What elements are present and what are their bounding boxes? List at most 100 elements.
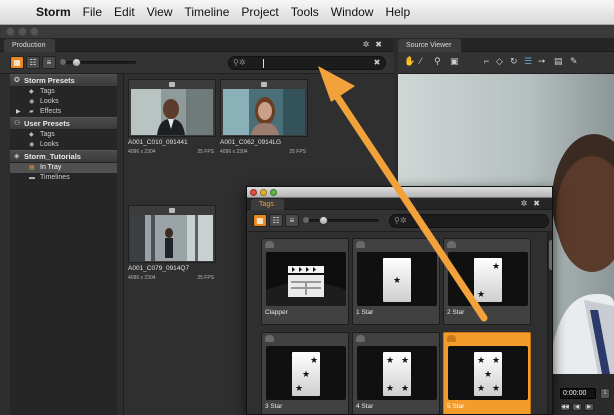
- tag-search-input[interactable]: ⚲✲: [389, 214, 549, 228]
- section-user-presets[interactable]: ⚇ User Presets: [10, 117, 117, 130]
- menu-edit[interactable]: Edit: [114, 5, 135, 19]
- tags-scrollbar[interactable]: [547, 232, 552, 414]
- hand-icon[interactable]: ✋: [404, 56, 415, 67]
- drag-handle-icon[interactable]: [169, 82, 175, 87]
- drag-handle-icon[interactable]: [261, 82, 267, 87]
- play-reverse-button[interactable]: ◀◀: [560, 403, 570, 411]
- timecode-display[interactable]: 0:00:00: [560, 388, 596, 399]
- clip-resolution: 4096 x 2304: [128, 275, 156, 281]
- tab-production[interactable]: Production: [4, 39, 56, 52]
- overlay-icon[interactable]: ▤: [554, 56, 563, 67]
- close-window-button[interactable]: [250, 189, 257, 196]
- sidebar-item-user-looks[interactable]: ◉ Looks: [10, 140, 117, 150]
- card: ★ ★ ★: [292, 352, 320, 396]
- grid-view-button[interactable]: ▦: [253, 214, 267, 227]
- menu-file[interactable]: File: [83, 5, 102, 19]
- detail-view-button[interactable]: ≡: [42, 56, 56, 69]
- drag-handle-icon[interactable]: [169, 208, 175, 213]
- pen-icon[interactable]: ⁄: [420, 56, 422, 66]
- tag-label: 1 Star: [356, 309, 374, 316]
- menu-help[interactable]: Help: [385, 5, 410, 19]
- star-card-icon: ★: [357, 252, 437, 306]
- clip-item[interactable]: A001_C079_0914Q7 4096 x 2304 25 FPS: [128, 205, 216, 287]
- looks-icon: ◉: [29, 142, 35, 148]
- shape-icon[interactable]: ◇: [496, 56, 503, 67]
- tag-5-star[interactable]: ★ ★ ★ ★ ★ 5 Star: [443, 332, 531, 414]
- tag-1-star[interactable]: ★ 1 Star: [352, 238, 440, 325]
- sidebar-item-looks[interactable]: ◉ Looks: [10, 97, 117, 107]
- rotate-icon[interactable]: ↻: [510, 56, 518, 67]
- brush-icon[interactable]: ✎: [570, 56, 578, 67]
- grid-view-button[interactable]: ▦: [10, 56, 24, 69]
- sidebar-item-effects[interactable]: ▶ ▰ Effects: [10, 107, 117, 117]
- drag-handle-icon[interactable]: [265, 335, 274, 342]
- close-icon[interactable]: ✖: [533, 199, 546, 208]
- star-card-icon: ★ ★ ★ ★: [357, 346, 437, 400]
- card: ★ ★ ★ ★ ★: [474, 352, 502, 396]
- tags-window-titlebar[interactable]: [247, 187, 552, 198]
- gear-icon[interactable]: ✲: [363, 40, 376, 49]
- tag-4-star[interactable]: ★ ★ ★ ★ 4 Star: [352, 332, 440, 414]
- drag-handle-icon[interactable]: [265, 241, 274, 248]
- slider-knob[interactable]: [319, 216, 328, 225]
- frame-step-button[interactable]: 1: [600, 388, 610, 399]
- disclosure-triangle-icon[interactable]: ▶: [16, 107, 21, 117]
- menu-view[interactable]: View: [147, 5, 173, 19]
- crop-icon[interactable]: ⌐: [484, 56, 489, 66]
- clip-item[interactable]: A001_C010_091441 4096 x 2304 25 FPS: [128, 79, 216, 161]
- section-storm-tutorials[interactable]: ◈ Storm_Tutorials: [10, 150, 117, 163]
- clip-fps: 25 FPS: [197, 275, 214, 281]
- clip-item[interactable]: A001_C062_0914LG 4096 x 2304 25 FPS: [220, 79, 308, 161]
- zoom-icon[interactable]: ⚲: [434, 56, 441, 67]
- thumbnail-size-slider[interactable]: [60, 58, 136, 67]
- minimize-window-button[interactable]: [18, 27, 27, 36]
- star-icon: ★: [477, 383, 486, 393]
- list-view-button[interactable]: ☷: [269, 214, 283, 227]
- tag-2-star[interactable]: ★ ★ 2 Star: [443, 238, 531, 325]
- clip-thumbnail-frame: [220, 79, 308, 137]
- search-input[interactable]: ⚲✲ ✖: [228, 56, 386, 70]
- play-button[interactable]: ▶: [584, 403, 594, 411]
- production-tab-bar: Production ✲✖: [0, 38, 394, 52]
- step-back-button[interactable]: ◀: [572, 403, 582, 411]
- section-storm-presets[interactable]: ✪ Storm Presets: [10, 74, 117, 87]
- clip-thumbnail: [131, 215, 213, 261]
- tag-size-slider[interactable]: [303, 216, 379, 225]
- close-icon[interactable]: ✖: [375, 40, 388, 49]
- slider-knob[interactable]: [72, 58, 81, 67]
- save-icon[interactable]: ▣: [450, 56, 459, 67]
- list-view-button[interactable]: ☷: [26, 56, 40, 69]
- menu-project[interactable]: Project: [241, 5, 278, 19]
- gear-icon[interactable]: ✲: [521, 199, 534, 208]
- clear-search-icon[interactable]: ✖: [372, 58, 382, 68]
- drag-handle-icon[interactable]: [447, 241, 456, 248]
- sidebar-item-timelines[interactable]: ▬ Timelines: [10, 173, 117, 183]
- scroll-thumb[interactable]: [549, 240, 552, 270]
- close-window-button[interactable]: [6, 27, 15, 36]
- sidebar-item-label: In Tray: [40, 164, 62, 171]
- sidebar-item-tags[interactable]: ◆ Tags: [10, 87, 117, 97]
- transport-controls: 0:00:00 1 ◀◀ ◀ ▶: [556, 384, 614, 415]
- drag-handle-icon[interactable]: [356, 241, 365, 248]
- minimize-window-button[interactable]: [260, 189, 267, 196]
- tag-3-star[interactable]: ★ ★ ★ 3 Star: [261, 332, 349, 414]
- zoom-window-button[interactable]: [30, 27, 39, 36]
- tag-clapper[interactable]: Clapper: [261, 238, 349, 325]
- drag-handle-icon[interactable]: [447, 335, 456, 342]
- menu-window[interactable]: Window: [331, 5, 374, 19]
- tab-tags[interactable]: Tags: [251, 199, 284, 210]
- tray-icon: ▤: [29, 165, 35, 171]
- menu-storm[interactable]: Storm: [36, 5, 71, 19]
- drag-handle-icon[interactable]: [356, 335, 365, 342]
- clip-meta: 4096 x 2304 25 FPS: [220, 149, 308, 155]
- menu-tools[interactable]: Tools: [291, 5, 319, 19]
- zoom-window-button[interactable]: [270, 189, 277, 196]
- color-bars-icon[interactable]: ☰: [524, 56, 532, 67]
- detail-view-button[interactable]: ≡: [285, 214, 299, 227]
- tag-icon: ◆: [29, 132, 34, 138]
- tab-source-viewer[interactable]: Source Viewer: [398, 39, 462, 52]
- sidebar-item-user-tags[interactable]: ◆ Tags: [10, 130, 117, 140]
- menu-timeline[interactable]: Timeline: [185, 5, 230, 19]
- arrow-right-icon[interactable]: ➙: [538, 56, 546, 67]
- sidebar-item-in-tray[interactable]: ▤ In Tray: [10, 163, 117, 173]
